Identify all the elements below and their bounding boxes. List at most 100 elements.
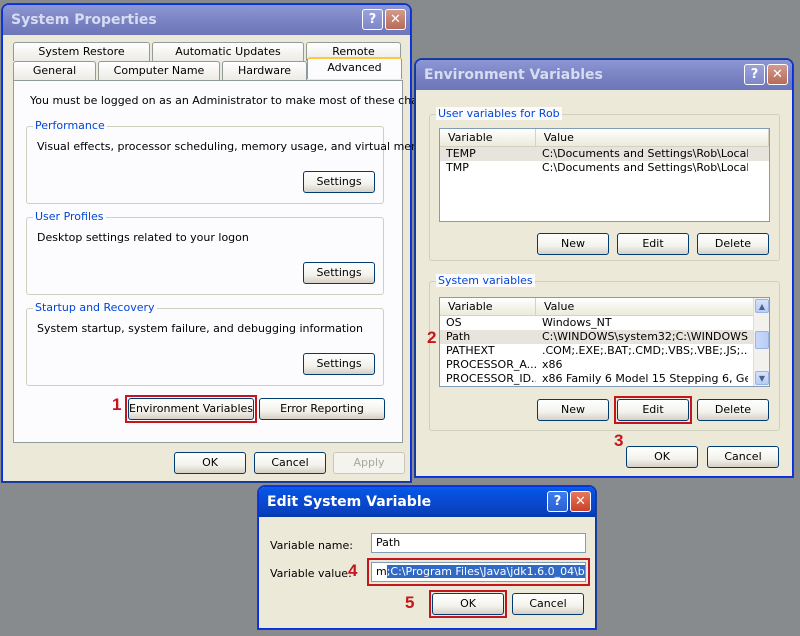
tab-general[interactable]: General: [13, 61, 96, 80]
user-variables-group: User variables for Rob Variable Value TE…: [429, 107, 780, 261]
user-profiles-group: User Profiles Desktop settings related t…: [26, 210, 384, 295]
variable-name: PROCESSOR_A...: [446, 358, 536, 371]
scroll-down-icon[interactable]: ▼: [755, 371, 769, 385]
list-item[interactable]: PROCESSOR_ID... x86 Family 6 Model 15 St…: [440, 372, 769, 386]
variable-name: PROCESSOR_ID...: [446, 372, 536, 385]
list-item[interactable]: TMP C:\Documents and Settings\Rob\Local …: [440, 161, 769, 175]
list-item[interactable]: PATHEXT .COM;.EXE;.BAT;.CMD;.VBS;.VBE;.J…: [440, 344, 769, 358]
ok-button[interactable]: OK: [626, 446, 698, 468]
cancel-button[interactable]: Cancel: [707, 446, 779, 468]
close-icon[interactable]: ✕: [385, 9, 406, 30]
startup-recovery-desc: System startup, system failure, and debu…: [37, 322, 363, 335]
apply-button[interactable]: Apply: [333, 452, 405, 474]
tab-label: Hardware: [237, 64, 292, 77]
startup-recovery-group: Startup and Recovery System startup, sys…: [26, 301, 384, 386]
step-3-highlight: [614, 396, 692, 424]
scroll-thumb[interactable]: [755, 331, 769, 349]
environment-variables-window: Environment Variables ? ✕ User variables…: [415, 59, 793, 477]
vertical-scrollbar[interactable]: ▲ ▼: [753, 298, 769, 386]
variable-name-field[interactable]: Path: [371, 533, 586, 553]
environment-variables-titlebar[interactable]: Environment Variables ? ✕: [416, 60, 792, 90]
variable-value: C:\WINDOWS\system32;C:\WINDOWS;...: [542, 330, 748, 343]
startup-recovery-label: Startup and Recovery: [33, 301, 157, 314]
variable-value-label: Variable value:: [270, 567, 352, 580]
step-5-highlight: [429, 590, 507, 618]
edit-system-variable-titlebar[interactable]: Edit System Variable ? ✕: [259, 487, 595, 517]
variable-name: OS: [446, 316, 462, 329]
variable-value: Windows_NT: [542, 316, 612, 329]
tab-automatic-updates[interactable]: Automatic Updates: [152, 42, 304, 61]
window-title: Environment Variables: [424, 67, 603, 83]
variable-name-value: Path: [376, 536, 401, 549]
step-3-number: 3: [614, 431, 624, 450]
close-icon[interactable]: ✕: [570, 491, 591, 512]
window-title: System Properties: [11, 12, 157, 28]
edit-system-variable-window: Edit System Variable ? ✕ Variable name: …: [258, 486, 596, 629]
system-variables-group: System variables Variable Value OS Windo…: [429, 274, 780, 431]
user-profiles-desc: Desktop settings related to your logon: [37, 231, 249, 244]
tab-computer-name[interactable]: Computer Name: [98, 61, 220, 80]
user-new-button[interactable]: New: [537, 233, 609, 255]
tab-label: System Restore: [38, 45, 125, 58]
advanced-tab-panel: You must be logged on as an Administrato…: [13, 80, 448, 443]
help-icon[interactable]: ?: [362, 9, 383, 30]
help-icon[interactable]: ?: [744, 64, 765, 85]
list-item[interactable]: OS Windows_NT: [440, 316, 769, 330]
variable-name: PATHEXT: [446, 344, 495, 357]
system-delete-button[interactable]: Delete: [697, 399, 769, 421]
user-variables-label: User variables for Rob: [436, 107, 562, 120]
step-1-highlight: [125, 395, 257, 423]
variable-name-label: Variable name:: [270, 539, 353, 552]
system-variables-list[interactable]: Variable Value OS Windows_NT Path C:\WIN…: [439, 297, 770, 387]
cancel-button[interactable]: Cancel: [254, 452, 326, 474]
user-profiles-label: User Profiles: [33, 210, 106, 223]
performance-desc: Visual effects, processor scheduling, me…: [37, 140, 440, 153]
performance-label: Performance: [33, 119, 107, 132]
variable-value: x86 Family 6 Model 15 Stepping 6, Genu..…: [542, 372, 748, 385]
system-properties-titlebar[interactable]: System Properties ? ✕: [3, 5, 410, 35]
list-item[interactable]: PROCESSOR_A... x86: [440, 358, 769, 372]
help-icon[interactable]: ?: [547, 491, 568, 512]
tab-hardware[interactable]: Hardware: [222, 61, 307, 80]
list-header: Variable Value: [440, 298, 769, 316]
user-delete-button[interactable]: Delete: [697, 233, 769, 255]
scroll-up-icon[interactable]: ▲: [755, 299, 769, 313]
step-4-number: 4: [348, 561, 358, 580]
user-variables-list[interactable]: Variable Value TEMP C:\Documents and Set…: [439, 128, 770, 222]
tab-system-restore[interactable]: System Restore: [13, 42, 150, 61]
tab-label: General: [32, 64, 77, 77]
performance-group: Performance Visual effects, processor sc…: [26, 119, 440, 204]
variable-value: C:\Documents and Settings\Rob\Local S...: [542, 147, 748, 160]
system-new-button[interactable]: New: [537, 399, 609, 421]
close-icon[interactable]: ✕: [767, 64, 788, 85]
variable-name: TEMP: [446, 147, 476, 160]
variable-value: C:\Documents and Settings\Rob\Local S...: [542, 161, 748, 174]
user-profiles-settings-button[interactable]: Settings: [303, 262, 375, 284]
list-item[interactable]: TEMP C:\Documents and Settings\Rob\Local…: [440, 147, 769, 161]
variable-value: .COM;.EXE;.BAT;.CMD;.VBS;.VBE;.JS;....: [542, 344, 748, 357]
step-5-number: 5: [405, 593, 415, 612]
performance-settings-button[interactable]: Settings: [303, 171, 375, 193]
tab-label: Advanced: [327, 61, 382, 74]
list-item[interactable]: Path C:\WINDOWS\system32;C:\WINDOWS;...: [440, 330, 769, 344]
column-value[interactable]: Value: [536, 129, 769, 146]
admin-notice: You must be logged on as an Administrato…: [30, 94, 448, 107]
column-value[interactable]: Value: [536, 298, 754, 315]
error-reporting-button[interactable]: Error Reporting: [259, 398, 385, 420]
cancel-button[interactable]: Cancel: [512, 593, 584, 615]
startup-recovery-settings-button[interactable]: Settings: [303, 353, 375, 375]
step-2-number: 2: [427, 328, 437, 347]
column-variable[interactable]: Variable: [440, 129, 536, 146]
step-1-number: 1: [112, 395, 122, 414]
column-variable[interactable]: Variable: [440, 298, 536, 315]
list-header: Variable Value: [440, 129, 769, 147]
tab-label: Computer Name: [113, 64, 205, 77]
variable-value: x86: [542, 358, 563, 371]
ok-button[interactable]: OK: [174, 452, 246, 474]
user-edit-button[interactable]: Edit: [617, 233, 689, 255]
step-4-highlight: [367, 558, 590, 586]
tab-advanced[interactable]: Advanced: [307, 57, 402, 79]
system-variables-label: System variables: [436, 274, 535, 287]
variable-name: Path: [446, 330, 471, 343]
variable-name: TMP: [446, 161, 469, 174]
